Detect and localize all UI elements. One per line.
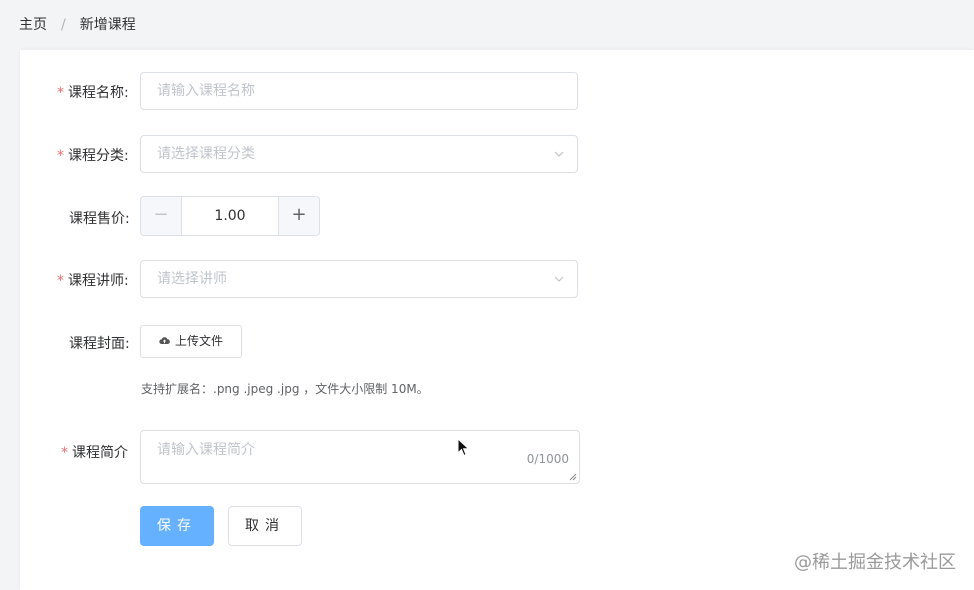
required-mark: * [57,148,64,164]
course-intro-textarea[interactable]: 请输入课程简介 0/1000 [140,430,580,484]
chevron-down-icon [554,151,564,157]
upload-file-button[interactable]: 上传文件 [140,325,242,358]
breadcrumb-separator: / [61,17,66,33]
breadcrumb: 主页 / 新增课程 [19,14,136,34]
increase-button[interactable]: + [278,197,319,235]
mouse-cursor-icon [457,438,470,457]
course-intro-label: * 课程简介 [61,445,128,461]
save-button[interactable]: 保存 [140,506,214,546]
course-name-placeholder: 请输入课程名称 [157,83,255,99]
char-counter: 0/1000 [526,452,569,466]
course-price-stepper: − 1.00 + [140,196,320,236]
course-category-label: * 课程分类: [57,148,129,164]
cancel-button[interactable]: 取消 [228,506,302,546]
course-category-select[interactable]: 请选择课程分类 [140,135,578,173]
required-mark: * [57,85,64,101]
watermark: @稀土掘金技术社区 [794,552,956,573]
course-name-label: * 课程名称: [57,85,129,101]
upload-button-label: 上传文件 [174,334,223,348]
course-cover-label: 课程封面: [69,336,130,352]
decrease-button[interactable]: − [141,197,182,235]
course-price-label: 课程售价: [69,211,130,227]
breadcrumb-current: 新增课程 [79,17,136,33]
course-name-input[interactable]: 请输入课程名称 [140,72,578,110]
required-mark: * [57,273,64,289]
resize-handle-icon[interactable] [569,473,577,481]
upload-hint: 支持扩展名：.png .jpeg .jpg ，文件大小限制 10M。 [141,382,429,396]
course-price-input[interactable]: 1.00 [181,197,279,235]
required-mark: * [61,445,68,461]
course-intro-placeholder: 请输入课程简介 [157,442,255,458]
course-teacher-label: * 课程讲师: [57,273,129,289]
course-category-placeholder: 请选择课程分类 [157,146,255,162]
breadcrumb-home[interactable]: 主页 [19,17,47,33]
cloud-upload-icon [159,337,170,344]
chevron-down-icon [554,276,564,282]
course-teacher-select[interactable]: 请选择讲师 [140,260,578,298]
course-teacher-placeholder: 请选择讲师 [157,271,227,287]
